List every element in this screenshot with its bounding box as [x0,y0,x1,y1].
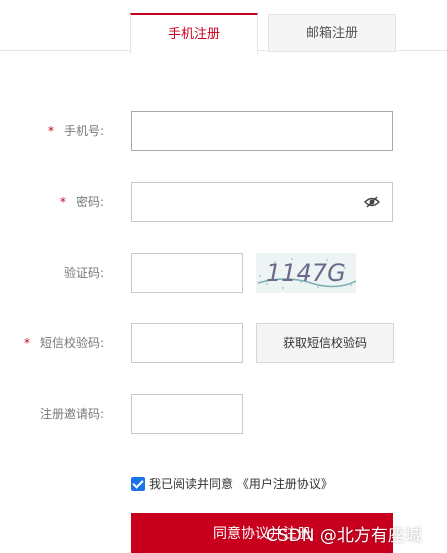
agreement: 我已阅读并同意 《用户注册协议》 [131,476,333,492]
captcha-input[interactable] [131,253,243,293]
invite-label: 注册邀请码: [39,407,104,421]
invite-code-input[interactable] [131,394,243,434]
password-input[interactable] [131,182,393,222]
get-sms-code-button[interactable]: 获取短信校验码 [256,323,394,363]
captcha-text: 1147G [266,259,346,287]
required-mark: * [47,124,54,138]
invite-row: 注册邀请码: [0,394,447,434]
tab-email-register[interactable]: 邮箱注册 [268,14,396,52]
eye-slash-icon[interactable] [364,195,380,209]
sms-label: * 短信校验码: [24,323,104,363]
password-row: * 密码: [0,182,447,222]
agreement-checkbox[interactable] [131,477,145,491]
tab-phone-register[interactable]: 手机注册 [130,13,258,54]
captcha-row: 验证码: 1147G [0,253,447,293]
required-mark: * [23,336,30,350]
required-mark: * [59,195,66,209]
phone-input[interactable] [131,111,393,151]
phone-label-text: 手机号: [63,124,104,138]
captcha-image[interactable]: 1147G [256,253,356,293]
phone-row: * 手机号: [0,111,447,151]
phone-label: * 手机号: [48,111,104,151]
sms-row: * 短信校验码: 获取短信校验码 [0,323,447,363]
captcha-label: 验证码: [63,266,104,280]
sms-label-text: 短信校验码: [39,336,104,350]
sms-code-input[interactable] [131,323,243,363]
password-label: * 密码: [60,182,104,222]
watermark: CSDN @北方有座城 [266,526,422,546]
password-label-text: 密码: [75,195,104,209]
agreement-text[interactable]: 我已阅读并同意 《用户注册协议》 [149,476,333,492]
